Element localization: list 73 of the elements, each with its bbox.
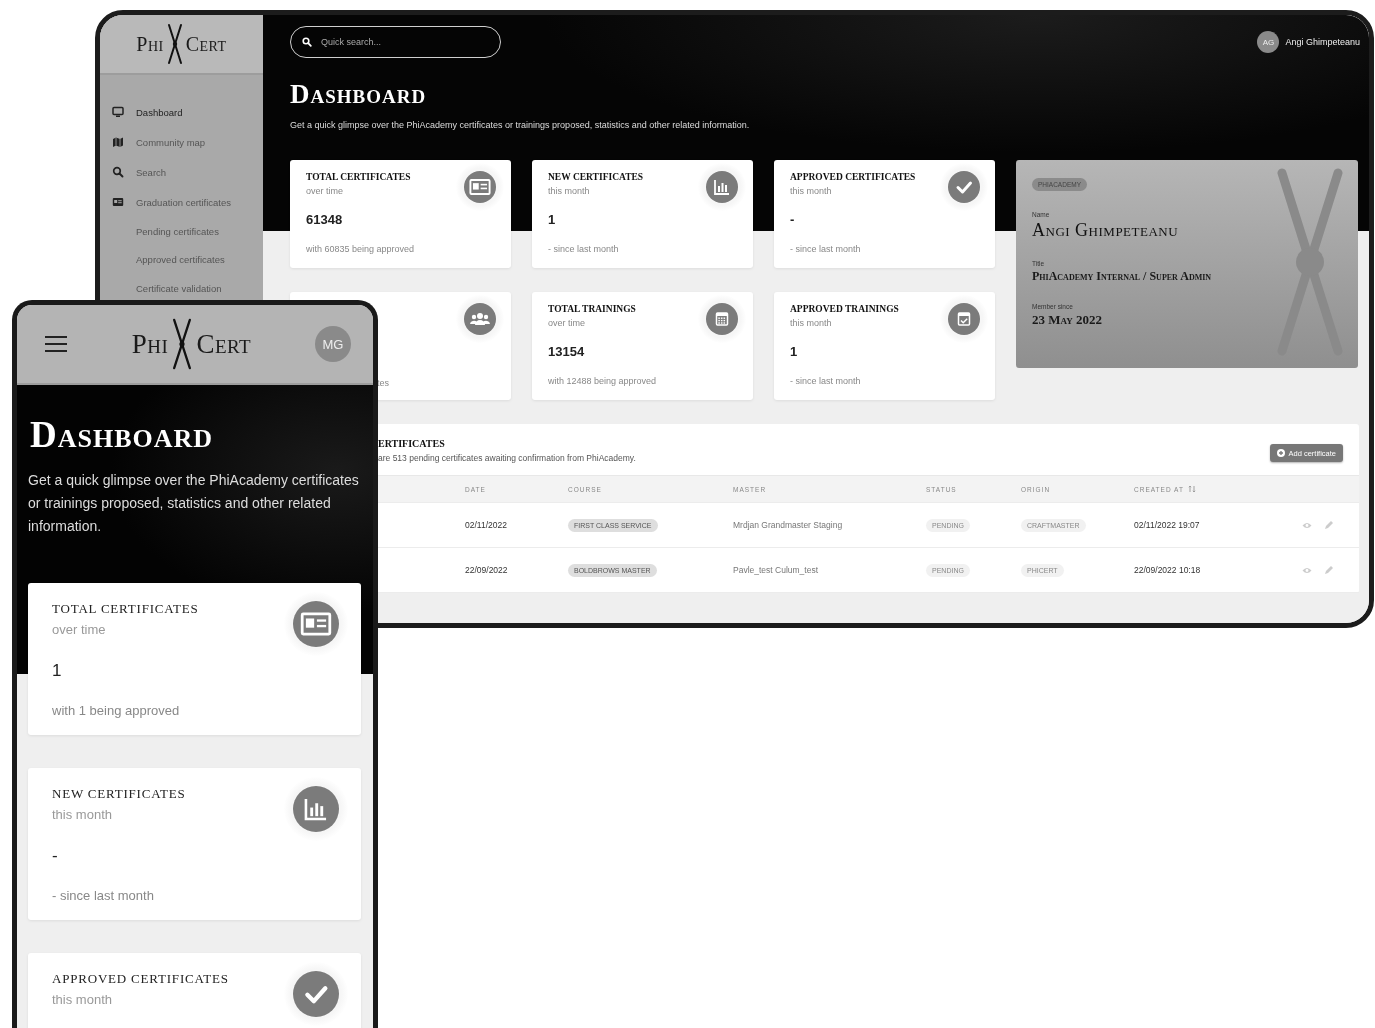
field-value: PhiAcademy Internal / Super Admin <box>1032 269 1212 284</box>
menu-icon <box>44 335 68 353</box>
stat-subtitle: over time <box>548 318 586 328</box>
stat-title: APPROVED TRAININGS <box>790 304 899 314</box>
stat-footer: - since last month <box>790 244 916 254</box>
stat-footer: - since last month <box>52 888 186 903</box>
stat-title: NEW CERTIFICATES <box>548 172 644 182</box>
table-cell-text: Pavle_test Culum_test <box>733 565 820 575</box>
stat-value: 61348 <box>306 212 344 227</box>
sidebar-item[interactable]: Approved certificates <box>112 245 263 274</box>
stat-value: 1 <box>52 661 63 681</box>
monitor-icon <box>112 106 124 118</box>
table-cell-text: Mrdjan Grandmaster Staging <box>733 520 844 530</box>
stat-footer: with 60835 being approved <box>306 244 415 254</box>
page-subtitle: Get a quick glimpse over the PhiAcademy certificates or trainings proposed, statistics and other related information. <box>28 471 360 536</box>
search-field[interactable]: Quick search... <box>290 26 501 58</box>
stat-title: TOTAL CERTIFICATES <box>52 601 199 617</box>
table-cell-text: 22/09/2022 <box>465 565 509 575</box>
stat-subtitle: over time <box>306 186 344 196</box>
map-icon <box>112 136 124 148</box>
sort-icon <box>1187 485 1196 493</box>
stat-value: 13154 <box>548 344 586 359</box>
stat-value: - <box>790 212 796 227</box>
logo-text: Cert <box>185 32 227 56</box>
logo-text: Cert <box>196 328 252 360</box>
stat-title: APPROVED CERTIFICATES <box>52 971 229 987</box>
logo-text: Phi <box>131 328 169 360</box>
stat-title: NEW CERTIFICATES <box>52 786 186 802</box>
user-avatar[interactable]: MG <box>315 326 351 362</box>
sidebar-item[interactable]: Community map <box>112 127 263 157</box>
stat-title: APPROVED CERTIFICATES <box>790 172 916 182</box>
logo-text: Phi <box>136 32 164 56</box>
stat-value: 1 <box>548 212 557 227</box>
stat-footer: with 12488 being approved <box>548 376 657 386</box>
sidebar-item[interactable]: Search <box>112 157 263 187</box>
stat-subtitle: this month <box>52 807 113 822</box>
sidebar-item[interactable]: Dashboard <box>112 97 263 127</box>
stat-footer: tes <box>377 378 389 388</box>
stat-subtitle: this month <box>790 186 833 196</box>
pencil-icon[interactable] <box>1324 565 1333 575</box>
stat-subtitle: this month <box>548 186 591 196</box>
stat-value: 1 <box>790 344 799 359</box>
plus-circle-icon <box>1277 449 1286 457</box>
page-subtitle: Get a quick glimpse over the PhiAcademy certificates or trainings proposed, statistics and other related information. <box>290 120 751 130</box>
stat-title: TOTAL TRAININGS <box>548 304 637 314</box>
table-cell-text: 22/09/2022 10:18 <box>1134 565 1202 575</box>
eye-icon[interactable] <box>1302 521 1312 529</box>
stat-title: TOTAL CERTIFICATES <box>306 172 412 182</box>
pencil-icon[interactable] <box>1324 520 1333 530</box>
id-card-icon <box>112 196 124 208</box>
table-heading: ERTIFICATES <box>378 438 446 449</box>
sidebar-item[interactable]: Graduation certificates <box>112 187 263 217</box>
stat-value: - <box>52 846 59 866</box>
search-icon <box>302 37 312 47</box>
table-cell-text: 02/11/2022 19:07 <box>1134 520 1201 530</box>
user-avatar[interactable]: AG <box>1257 31 1280 53</box>
eye-icon[interactable] <box>1302 566 1312 574</box>
user-name[interactable]: Angi Ghimpeteanu <box>1285 37 1360 47</box>
stat-footer: - since last month <box>790 376 899 386</box>
field-value: 23 May 2022 <box>1032 312 1102 328</box>
sidebar-item[interactable]: Pending certificates <box>112 217 263 246</box>
stat-subtitle: this month <box>790 318 833 328</box>
stat-footer: with 1 being approved <box>52 703 199 718</box>
table-description: are 513 pending certificates awaiting confirmation from PhiAcademy. <box>378 453 636 463</box>
stat-subtitle: this month <box>52 992 113 1007</box>
sidebar-item[interactable]: Certificate validation <box>112 274 263 303</box>
stat-subtitle: over time <box>52 622 107 637</box>
page-title: Dashboard <box>290 79 428 109</box>
table-cell-text: 02/11/2022 <box>465 520 508 530</box>
stat-footer: - since last month <box>548 244 644 254</box>
page-title: Dashboard <box>30 415 215 455</box>
field-value: Angi Ghimpeteanu <box>1032 220 1179 241</box>
search-icon <box>112 166 124 178</box>
